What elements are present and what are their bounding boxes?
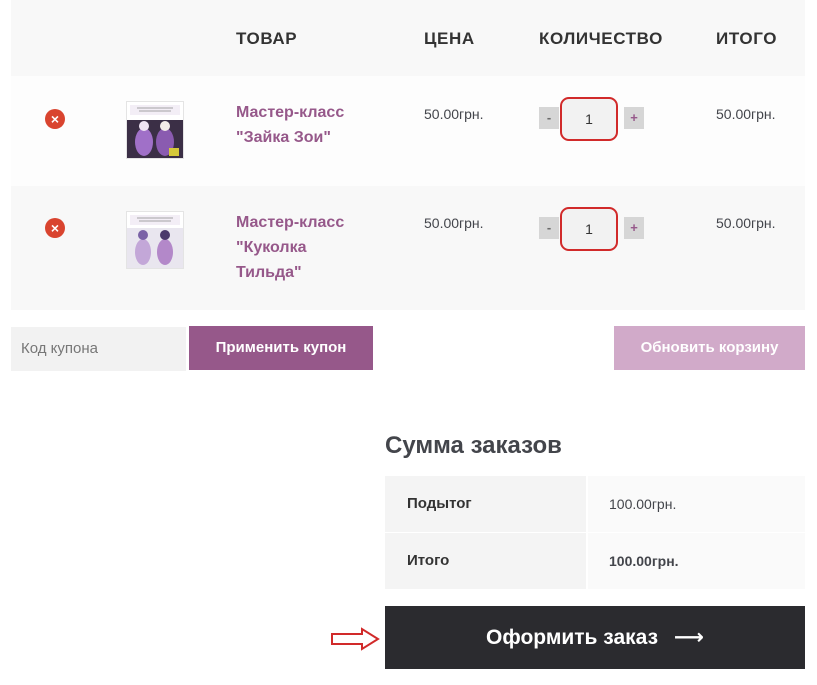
subtotal-label: Подытог <box>385 476 586 532</box>
quantity-decrease-button[interactable]: - <box>539 217 559 239</box>
cart-table-header: ТОВАР ЦЕНА КОЛИЧЕСТВО ИТОГО <box>11 0 805 76</box>
product-subtotal: 50.00грн. <box>716 106 776 122</box>
product-thumbnail[interactable] <box>126 211 184 269</box>
product-price: 50.00грн. <box>424 215 484 231</box>
checkout-button[interactable]: Оформить заказ ⟶ <box>385 606 805 669</box>
remove-item-icon[interactable]: × <box>45 109 65 129</box>
cart-totals-title: Сумма заказов <box>385 432 562 459</box>
header-price: ЦЕНА <box>424 29 475 48</box>
checkout-label: Оформить заказ <box>486 626 659 649</box>
update-cart-button[interactable]: Обновить корзину <box>614 326 805 370</box>
annotation-arrow-icon <box>331 627 380 651</box>
quantity-decrease-button[interactable]: - <box>539 107 559 129</box>
product-thumbnail[interactable] <box>126 101 184 159</box>
header-product: ТОВАР <box>236 29 298 48</box>
product-subtotal: 50.00грн. <box>716 215 776 231</box>
cart-row: × Мастер-класс "Зайка Зои" 50.00грн. - 1… <box>11 76 805 186</box>
apply-coupon-button[interactable]: Применить купон <box>189 326 373 370</box>
header-quantity: КОЛИЧЕСТВО <box>539 29 663 48</box>
total-value: 100.00грн. <box>588 533 805 589</box>
product-name-link[interactable]: Мастер-класс "Куколка Тильда" <box>236 210 376 285</box>
subtotal-row: Подытог 100.00грн. <box>385 476 805 532</box>
total-label: Итого <box>385 533 586 589</box>
coupon-code-input[interactable]: Код купона <box>11 327 186 371</box>
doll-image-icon <box>127 102 183 158</box>
cart-row: × Мастер-класс "Куколка Тильда" 50.00грн… <box>11 186 805 310</box>
total-row: Итого 100.00грн. <box>385 533 805 589</box>
doll-image-icon <box>127 212 183 268</box>
quantity-increase-button[interactable]: + <box>624 217 644 239</box>
quantity-input[interactable]: 1 <box>560 207 618 251</box>
subtotal-value: 100.00грн. <box>588 476 805 532</box>
quantity-increase-button[interactable]: + <box>624 107 644 129</box>
product-price: 50.00грн. <box>424 106 484 122</box>
product-name-link[interactable]: Мастер-класс "Зайка Зои" <box>236 100 376 150</box>
remove-item-icon[interactable]: × <box>45 218 65 238</box>
header-total: ИТОГО <box>716 29 778 48</box>
arrow-right-icon: ⟶ <box>673 626 704 649</box>
quantity-input[interactable]: 1 <box>560 97 618 141</box>
